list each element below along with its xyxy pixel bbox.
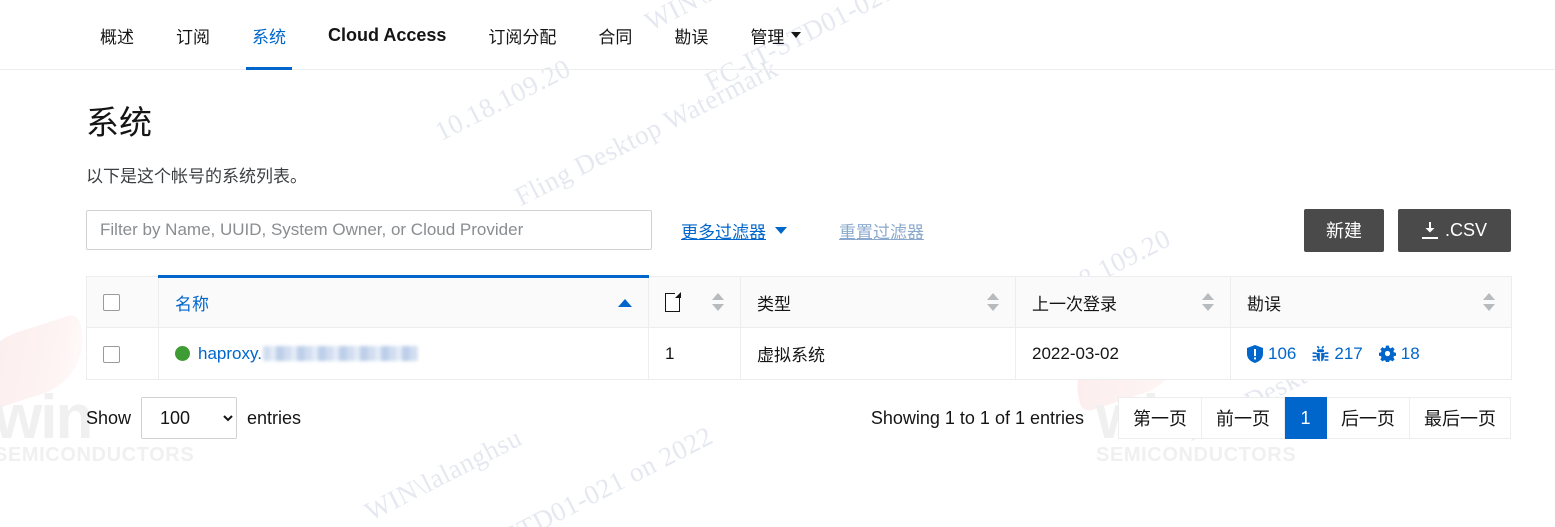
table-row: haproxy. 1 虚拟系统 2022-03-02 106 217 18 [86, 327, 1512, 380]
watermark-logo-sub: SEMICONDUCTORS [1096, 444, 1297, 466]
bug-icon [1312, 345, 1329, 363]
reset-filters-link[interactable]: 重置过滤器 [839, 218, 924, 243]
errata-enhancement-gear[interactable]: 18 [1378, 343, 1420, 364]
column-header-last-login-label: 上一次登录 [1032, 294, 1117, 314]
nav-item-label: 勘误 [674, 27, 709, 47]
entries-per-page-select[interactable]: 102550100 [141, 397, 238, 439]
show-label: Show [86, 407, 132, 428]
security-shield-icon [1247, 344, 1263, 363]
pagination-button-2[interactable]: 1 [1285, 397, 1327, 439]
errata-bug[interactable]: 217 [1312, 343, 1363, 364]
nav-item-label: Cloud Access [328, 24, 447, 45]
nav-item-2[interactable]: 系统 [238, 0, 300, 70]
search-input[interactable] [86, 210, 652, 250]
table-header: 名称 类型 上一次登录 勘误 [86, 275, 1512, 328]
errata-count: 217 [1334, 343, 1363, 363]
table-footer: Show 102550100 entries Showing 1 to 1 of… [86, 397, 1511, 439]
more-filters-link[interactable]: 更多过滤器 [681, 218, 787, 243]
sort-toggle-icon [712, 293, 724, 311]
pagination-button-3[interactable]: 后一页 [1327, 397, 1410, 439]
column-header-type-label: 类型 [757, 294, 791, 314]
sort-ascending-icon [618, 298, 632, 307]
table-header-row: 名称 类型 上一次登录 勘误 [86, 275, 1512, 328]
column-header-errata[interactable]: 勘误 [1230, 276, 1512, 328]
cell-type: 虚拟系统 [740, 327, 1016, 380]
export-csv-label: .CSV [1444, 219, 1487, 240]
sort-toggle-icon [1202, 293, 1214, 311]
redacted-name-block [262, 346, 418, 361]
cell-name: haproxy. [158, 327, 649, 380]
entries-per-page-control: Show 102550100 entries [86, 397, 301, 439]
nav-item-3[interactable]: Cloud Access [314, 0, 460, 70]
cell-errata: 106 217 18 [1230, 327, 1512, 380]
column-header-select-all [86, 276, 159, 328]
nav-item-label: 合同 [598, 27, 633, 47]
more-filters-label: 更多过滤器 [681, 222, 766, 242]
nav-item-label: 概述 [100, 27, 134, 47]
nav-item-6[interactable]: 勘误 [660, 0, 722, 70]
export-csv-button[interactable]: .CSV [1397, 208, 1511, 252]
nav-item-0[interactable]: 概述 [86, 0, 148, 70]
chevron-down-icon [775, 226, 787, 234]
pagination-button-4[interactable]: 最后一页 [1410, 397, 1511, 439]
nav-item-5[interactable]: 合同 [584, 0, 646, 70]
column-header-name[interactable]: 名称 [158, 275, 649, 328]
enhancement-gear-icon [1378, 345, 1396, 362]
page-title: 系统 [86, 104, 152, 141]
row-checkbox[interactable] [103, 345, 120, 363]
pagination-button-0[interactable]: 第一页 [1118, 397, 1202, 439]
nav-item-label: 订阅 [176, 27, 210, 47]
nav-item-1[interactable]: 订阅 [162, 0, 224, 70]
pagination: 第一页 前一页 1 后一页 最后一页 [1118, 397, 1511, 439]
table-toolbar: 更多过滤器 重置过滤器 新建 .CSV [86, 208, 1511, 252]
showing-entries-text: Showing 1 to 1 of 1 entries [870, 407, 1084, 428]
sort-toggle-icon [1483, 293, 1495, 311]
main-navigation: 概述 订阅 系统 Cloud Access 订阅分配 合同 勘误 管理 [0, 0, 1555, 70]
errata-security-shield[interactable]: 106 [1247, 344, 1296, 364]
entries-label: entries [247, 407, 302, 428]
table-body: haproxy. 1 虚拟系统 2022-03-02 106 217 18 [86, 327, 1512, 380]
cell-file-count: 1 [648, 327, 741, 380]
select-all-checkbox[interactable] [103, 294, 120, 312]
file-icon [665, 291, 681, 312]
errata-count: 18 [1400, 343, 1420, 363]
nav-item-label: 管理 [750, 27, 785, 47]
pagination-button-1[interactable]: 前一页 [1202, 397, 1285, 439]
page-content: 系统 以下是这个帐号的系统列表。 更多过滤器 重置过滤器 新建 .CSV [0, 102, 1555, 439]
page-subtitle: 以下是这个帐号的系统列表。 [86, 167, 307, 186]
nav-item-4[interactable]: 订阅分配 [474, 0, 570, 70]
watermark-logo-sub: SEMICONDUCTORS [0, 444, 195, 466]
status-dot-icon [175, 346, 190, 361]
systems-table: 名称 类型 上一次登录 勘误 haproxy. 1 虚拟系统 2022-03-0… [86, 275, 1512, 380]
cell-last-login: 2022-03-02 [1015, 327, 1231, 380]
system-name-link[interactable]: haproxy. [198, 344, 262, 364]
column-header-name-label: 名称 [175, 295, 209, 314]
nav-item-7[interactable]: 管理 [736, 0, 815, 70]
column-header-type[interactable]: 类型 [740, 276, 1016, 328]
new-system-button[interactable]: 新建 [1303, 208, 1384, 252]
download-icon [1421, 221, 1439, 239]
cell-select [86, 327, 159, 380]
errata-count: 106 [1268, 343, 1297, 363]
chevron-down-icon [791, 32, 802, 38]
nav-item-label: 系统 [252, 27, 286, 47]
nav-item-label: 订阅分配 [488, 27, 557, 47]
column-header-errata-label: 勘误 [1247, 294, 1281, 314]
sort-toggle-icon [987, 293, 999, 311]
column-header-last-login[interactable]: 上一次登录 [1015, 276, 1231, 328]
column-header-file-count[interactable] [648, 276, 741, 328]
